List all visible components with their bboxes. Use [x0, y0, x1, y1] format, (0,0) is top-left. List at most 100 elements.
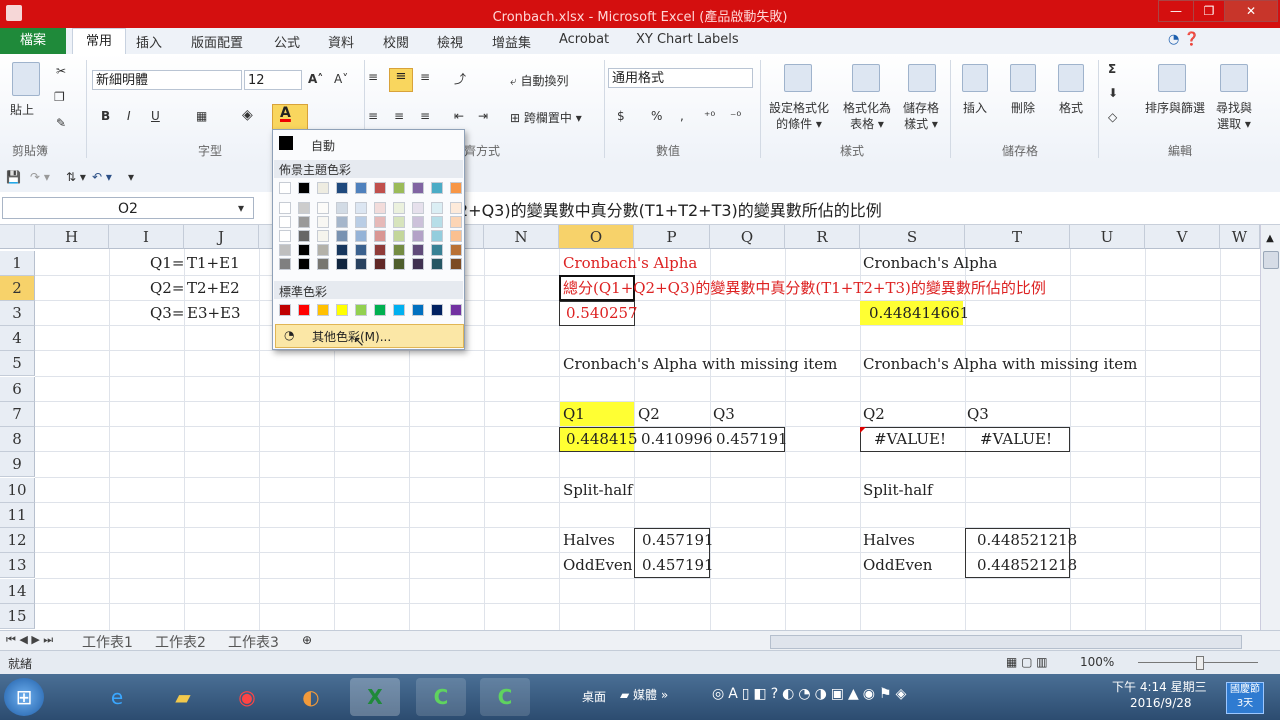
- theme-shade-swatch[interactable]: [431, 216, 443, 228]
- format-cells-button[interactable]: 格式: [1056, 100, 1086, 116]
- chrome-icon[interactable]: ◉: [222, 678, 272, 716]
- autosum-button[interactable]: Σ: [1108, 62, 1116, 76]
- standard-color-swatch[interactable]: [374, 304, 386, 316]
- bold-button[interactable]: B: [101, 109, 110, 123]
- theme-shade-swatch[interactable]: [393, 216, 405, 228]
- theme-shade-swatch[interactable]: [317, 216, 329, 228]
- theme-shade-swatch[interactable]: [279, 258, 291, 270]
- row-header-7[interactable]: 7: [0, 402, 35, 427]
- view-normal-icon[interactable]: ▦ ▢ ▥: [1006, 655, 1048, 669]
- cell-s13[interactable]: OddEven: [863, 553, 932, 578]
- col-header-w[interactable]: W: [1220, 225, 1260, 249]
- standard-color-swatch[interactable]: [298, 304, 310, 316]
- theme-shade-swatch[interactable]: [317, 230, 329, 242]
- orientation-icon[interactable]: ⤴: [454, 70, 466, 87]
- theme-color-swatch[interactable]: [374, 182, 386, 194]
- cell-o1[interactable]: Cronbach's Alpha: [563, 251, 697, 276]
- formula-content[interactable]: 2+Q3)的變異數中真分數(T1+T2+T3)的變異數所佔的比例: [458, 197, 882, 221]
- media-toolbar[interactable]: ▰ 媒體 »: [620, 686, 668, 703]
- increase-decimal-icon[interactable]: ⁺⁰: [704, 109, 715, 123]
- theme-shade-swatch[interactable]: [450, 230, 462, 242]
- theme-color-swatch[interactable]: [355, 182, 367, 194]
- save-icon[interactable]: 💾: [6, 170, 21, 184]
- start-button[interactable]: ⊞: [4, 678, 44, 716]
- cell-t12[interactable]: 0.448521218: [977, 528, 1077, 553]
- scroll-up-icon[interactable]: ▲: [1263, 233, 1277, 247]
- comma-button[interactable]: ,: [680, 109, 684, 123]
- tab-file[interactable]: 檔案: [0, 28, 66, 54]
- align-top-icon[interactable]: ≡: [368, 70, 378, 84]
- help-icon[interactable]: ◔ ❓: [1168, 32, 1200, 47]
- theme-shade-swatch[interactable]: [450, 216, 462, 228]
- cell-t13[interactable]: 0.448521218: [977, 553, 1077, 578]
- theme-shade-swatch[interactable]: [298, 202, 310, 214]
- tab-formulas[interactable]: 公式: [274, 32, 300, 51]
- row-header-6[interactable]: 6: [0, 377, 35, 402]
- row-header-12[interactable]: 12: [0, 528, 35, 553]
- select-all-corner[interactable]: [0, 225, 35, 249]
- cell-o10[interactable]: Split-half: [563, 478, 633, 503]
- col-header-p[interactable]: P: [634, 225, 710, 249]
- italic-button[interactable]: I: [127, 109, 131, 123]
- theme-color-swatch[interactable]: [279, 182, 291, 194]
- theme-shade-swatch[interactable]: [431, 230, 443, 242]
- tab-acrobat[interactable]: Acrobat: [559, 32, 609, 47]
- sort-filter-icon[interactable]: [1158, 64, 1186, 92]
- theme-shade-swatch[interactable]: [374, 230, 386, 242]
- fill-icon[interactable]: ⬇: [1108, 86, 1118, 100]
- tray-icons[interactable]: ◎A▯◧?◐◔◑▣▲◉⚑◈: [712, 686, 910, 702]
- decrease-decimal-icon[interactable]: ⁻⁰: [730, 109, 741, 123]
- delete-cells-button[interactable]: 刪除: [1008, 100, 1038, 116]
- conditional-format-button[interactable]: 設定格式化 的條件 ▾: [764, 100, 834, 132]
- font-color-dropdown[interactable]: 自動 佈景主題色彩 標準色彩 ◔ 其他色彩(M)... ↖: [272, 129, 465, 350]
- format-as-table-icon[interactable]: [852, 64, 880, 92]
- camtasia-icon[interactable]: C: [416, 678, 466, 716]
- theme-shade-swatch[interactable]: [412, 244, 424, 256]
- theme-shade-swatch[interactable]: [431, 244, 443, 256]
- align-center-icon[interactable]: ≡: [394, 109, 404, 123]
- cell-q7[interactable]: Q3: [713, 402, 735, 427]
- cell-i3[interactable]: Q3=: [150, 301, 184, 326]
- zoom-level[interactable]: 100%: [1080, 655, 1114, 669]
- col-header-q[interactable]: Q: [710, 225, 785, 249]
- tab-addins[interactable]: 增益集: [492, 32, 531, 51]
- cell-o8[interactable]: 0.448415: [566, 427, 638, 452]
- cell-p12[interactable]: 0.457191: [642, 528, 714, 553]
- undo-icon[interactable]: ↶ ▾: [92, 170, 112, 184]
- more-colors-option[interactable]: ◔ 其他色彩(M)...: [275, 324, 464, 348]
- theme-shade-swatch[interactable]: [412, 230, 424, 242]
- desktop-toolbar[interactable]: 桌面: [582, 688, 606, 705]
- cell-t8[interactable]: #VALUE!: [980, 427, 1052, 452]
- borders-icon[interactable]: ▦: [196, 109, 207, 123]
- align-left-icon[interactable]: ≡: [368, 109, 378, 123]
- cell-p8[interactable]: 0.410996: [641, 427, 713, 452]
- row-header-8[interactable]: 8: [0, 427, 35, 452]
- align-right-icon[interactable]: ≡: [420, 109, 430, 123]
- cell-s5[interactable]: Cronbach's Alpha with missing item: [863, 352, 1137, 377]
- cell-i2[interactable]: Q2=: [150, 276, 184, 301]
- customize-qat-icon[interactable]: ▾: [128, 170, 134, 184]
- cell-s3[interactable]: 0.448414661: [869, 301, 969, 326]
- name-box[interactable]: O2: [2, 197, 254, 219]
- format-as-table-button[interactable]: 格式化為 表格 ▾: [838, 100, 896, 132]
- wrap-text-button[interactable]: ⤶ 自動換列: [510, 72, 569, 89]
- cell-s1[interactable]: Cronbach's Alpha: [863, 251, 997, 276]
- clock-date[interactable]: 2016/9/28: [1130, 696, 1192, 710]
- tab-page-layout[interactable]: 版面配置: [191, 32, 243, 51]
- theme-shade-swatch[interactable]: [431, 202, 443, 214]
- media-app-icon[interactable]: ◐: [286, 678, 336, 716]
- font-size-combo[interactable]: 12: [244, 70, 302, 90]
- cell-j2[interactable]: T2+E2: [187, 276, 240, 301]
- increase-indent-icon[interactable]: ⇥: [478, 109, 488, 123]
- format-painter-icon[interactable]: ✎: [56, 116, 66, 130]
- theme-color-swatch[interactable]: [298, 182, 310, 194]
- standard-color-swatch[interactable]: [279, 304, 291, 316]
- standard-color-swatch[interactable]: [393, 304, 405, 316]
- cell-o7[interactable]: Q1: [563, 402, 585, 427]
- cell-o5[interactable]: Cronbach's Alpha with missing item: [563, 352, 837, 377]
- row-header-4[interactable]: 4: [0, 326, 35, 351]
- restore-button[interactable]: ❐: [1193, 0, 1225, 22]
- row-header-3[interactable]: 3: [0, 301, 35, 326]
- theme-shade-swatch[interactable]: [298, 244, 310, 256]
- theme-shade-swatch[interactable]: [374, 244, 386, 256]
